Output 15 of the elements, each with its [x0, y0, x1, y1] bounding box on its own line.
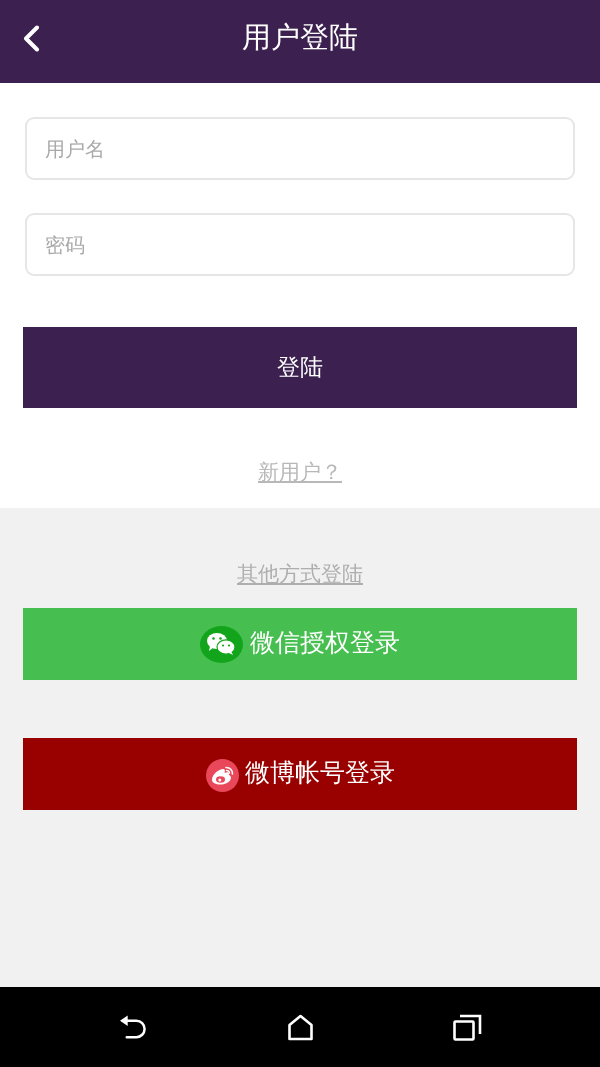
page-title: 用户登陆 [242, 18, 358, 55]
wechat-login-button[interactable]: 微信授权登录 [23, 608, 577, 680]
back-button[interactable] [22, 25, 40, 52]
chevron-left-icon [22, 25, 40, 52]
speech-bubbles-icon [200, 625, 243, 663]
home-icon[interactable] [286, 1013, 315, 1041]
back-arrow-icon[interactable] [119, 1013, 148, 1041]
weibo-login-button[interactable]: 微博帐号登录 [23, 738, 577, 810]
password-field[interactable]: 密码 [25, 213, 575, 276]
recent-apps-icon[interactable] [453, 1013, 482, 1041]
other-login-link[interactable]: 其他方式登陆 [237, 562, 363, 586]
login-button[interactable]: 登陆 [23, 327, 577, 408]
username-field[interactable]: 用户名 [25, 117, 575, 180]
new-user-link[interactable]: 新用户？ [258, 460, 342, 484]
eye-waves-icon [205, 758, 239, 792]
